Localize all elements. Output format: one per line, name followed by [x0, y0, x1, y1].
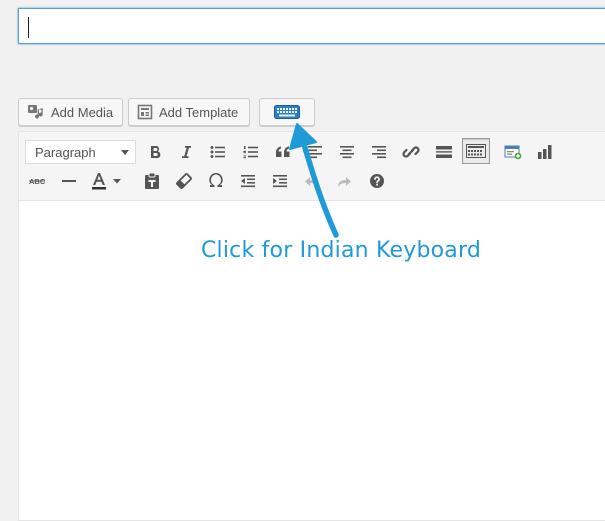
bold-icon: [151, 146, 161, 159]
bullet-list-icon: [210, 146, 225, 158]
special-character-button[interactable]: [203, 168, 229, 194]
undo-icon: [305, 177, 318, 187]
align-center-icon: [340, 146, 354, 159]
indent-button[interactable]: [267, 168, 293, 194]
insert-form-button[interactable]: [500, 139, 526, 165]
read-more-button[interactable]: [431, 139, 457, 165]
horizontal-line-button[interactable]: [56, 168, 82, 194]
paste-as-text-button[interactable]: [139, 168, 165, 194]
eraser-icon: [176, 173, 192, 189]
outdent-icon: [241, 175, 255, 188]
blockquote-button[interactable]: [270, 139, 296, 165]
form-icon: [504, 145, 522, 160]
numbered-list-icon: [243, 146, 258, 159]
bold-button[interactable]: [142, 139, 168, 165]
quote-icon: [276, 146, 290, 157]
horizontal-line-icon: [62, 180, 76, 182]
insert-link-button[interactable]: [398, 139, 424, 165]
keyboard-shortcuts-help-button[interactable]: [364, 168, 390, 194]
numbered-list-button[interactable]: [238, 139, 264, 165]
editor-toolbar: Paragraph ABC: [19, 132, 605, 201]
paste-text-icon: [145, 172, 159, 189]
italic-button[interactable]: [173, 139, 199, 165]
chart-icon: [538, 145, 552, 159]
format-select-value: Paragraph: [35, 145, 96, 160]
add-media-button[interactable]: Add Media: [18, 98, 123, 126]
post-editor: Paragraph ABC: [18, 131, 605, 521]
post-title-input[interactable]: [18, 8, 605, 44]
add-template-button[interactable]: Add Template: [128, 98, 250, 126]
keyboard-icon: [274, 105, 300, 119]
outdent-button[interactable]: [235, 168, 261, 194]
clear-formatting-button[interactable]: [171, 168, 197, 194]
text-caret: [28, 17, 29, 38]
align-right-button[interactable]: [366, 139, 392, 165]
redo-button[interactable]: [331, 168, 357, 194]
help-icon: [370, 174, 384, 188]
format-select[interactable]: Paragraph: [25, 140, 136, 164]
toolbar-toggle-button[interactable]: [462, 138, 490, 164]
media-icon: [27, 104, 45, 120]
strikethrough-icon: ABC: [29, 177, 46, 186]
indent-icon: [273, 175, 287, 188]
italic-icon: [182, 146, 191, 158]
strikethrough-button[interactable]: ABC: [25, 168, 51, 194]
align-left-icon: [308, 146, 322, 159]
redo-icon: [338, 177, 351, 187]
text-color-icon: [92, 173, 121, 190]
add-template-label: Add Template: [159, 104, 239, 120]
link-icon: [402, 146, 420, 158]
chevron-down-icon: [121, 150, 129, 155]
bullet-list-button[interactable]: [205, 139, 231, 165]
align-left-button[interactable]: [302, 139, 328, 165]
template-icon: [137, 104, 153, 120]
svg-text:ABC: ABC: [29, 177, 46, 186]
indian-keyboard-button[interactable]: [259, 98, 315, 126]
annotation-text: Click for Indian Keyboard: [201, 238, 481, 263]
text-color-button[interactable]: [87, 168, 127, 194]
align-right-icon: [372, 146, 386, 159]
align-center-button[interactable]: [334, 139, 360, 165]
undo-button[interactable]: [299, 168, 325, 194]
toolbar-toggle-icon: [466, 144, 486, 158]
insert-chart-button[interactable]: [532, 139, 558, 165]
add-media-label: Add Media: [51, 104, 114, 120]
omega-icon: [209, 173, 223, 187]
read-more-icon: [436, 146, 452, 158]
